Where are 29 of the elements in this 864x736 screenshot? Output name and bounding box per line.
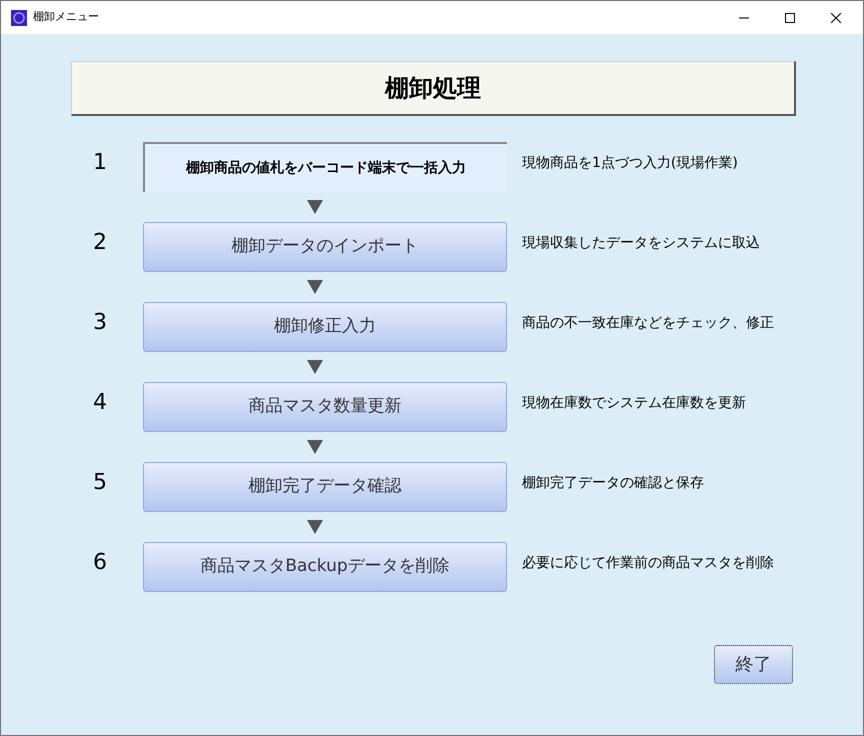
window-title: 棚卸メニュー [33, 9, 99, 26]
down-triangle-icon [307, 280, 323, 294]
down-triangle-icon [307, 440, 323, 454]
step-description: 棚卸完了データの確認と保存 [522, 474, 704, 492]
step-button[interactable]: 商品マスタ数量更新 [143, 382, 507, 432]
maximize-icon[interactable] [785, 12, 795, 22]
step-description: 現場収集したデータをシステムに取込 [522, 234, 760, 252]
step-description: 現物在庫数でシステム在庫数を更新 [522, 394, 746, 412]
app-icon [11, 10, 27, 26]
step-button[interactable]: 商品マスタBackupデータを削除 [143, 542, 507, 592]
step-description: 必要に応じて作業前の商品マスタを削除 [522, 554, 774, 572]
header-title: 棚卸処理 [385, 73, 481, 104]
step-button[interactable]: 棚卸データのインポート [143, 222, 507, 272]
step-button[interactable]: 棚卸完了データ確認 [143, 462, 507, 512]
close-icon[interactable] [831, 12, 841, 22]
down-triangle-icon [307, 360, 323, 374]
step-number: 5 [93, 468, 108, 496]
step-number: 6 [93, 548, 108, 576]
down-triangle-icon [307, 200, 323, 214]
step-description: 現物商品を1点づつ入力(現場作業) [522, 154, 738, 172]
step-number: 4 [93, 388, 108, 416]
step-button[interactable]: 棚卸修正入力 [143, 302, 507, 352]
step-description: 商品の不一致在庫などをチェック、修正 [522, 314, 774, 332]
step-label: 棚卸商品の値札をバーコード端末で一括入力 [143, 142, 507, 192]
step-number: 1 [93, 148, 108, 176]
down-triangle-icon [307, 520, 323, 534]
step-number: 3 [93, 308, 108, 336]
exit-button[interactable]: 終了 [714, 645, 793, 684]
step-number: 2 [93, 228, 108, 256]
